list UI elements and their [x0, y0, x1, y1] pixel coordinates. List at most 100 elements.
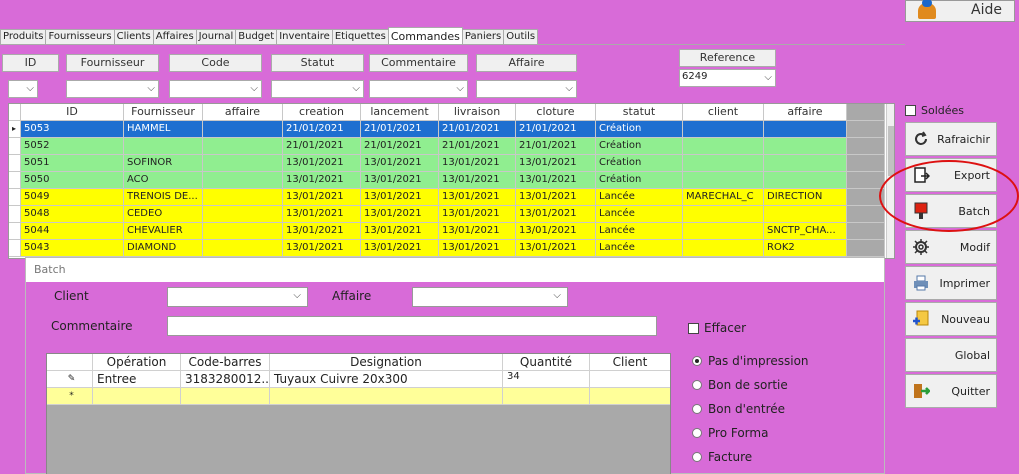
filter-fournisseur-select[interactable]: ⌵ [66, 80, 159, 98]
row-marker[interactable]: * [47, 388, 93, 405]
quitter-button[interactable]: Quitter [905, 374, 997, 408]
operations-column-header[interactable]: Code-barres [181, 354, 270, 371]
tab-paniers[interactable]: Paniers [461, 29, 505, 44]
row-selector[interactable] [9, 172, 21, 189]
tab-commandes[interactable]: Commandes [387, 27, 463, 44]
soldees-checkbox[interactable]: Soldées [905, 104, 964, 117]
grid-cell: 13/01/2021 [516, 240, 596, 257]
row-selector[interactable] [9, 206, 21, 223]
table-row[interactable]: 5043 DIAMOND 13/01/2021 13/01/2021 13/01/202… [9, 240, 885, 257]
global-button[interactable]: Global [905, 338, 997, 372]
table-row[interactable]: 5048 CEDEO 13/01/2021 13/01/2021 13/01/2021 1… [9, 206, 885, 223]
soldees-check-box[interactable] [905, 105, 916, 116]
tab-inventaire[interactable]: Inventaire [276, 29, 333, 44]
filter-statut-select[interactable]: ⌵ [271, 80, 364, 98]
imprimer-button[interactable]: Imprimer [905, 266, 997, 300]
operations-cell[interactable]: Tuyaux Cuivre 20x300 [270, 371, 503, 388]
row-selector[interactable] [9, 240, 21, 257]
radio-button[interactable] [692, 380, 702, 390]
filter-commentaire-select[interactable]: ⌵ [369, 80, 468, 98]
grid-cell: TRENOIS DE... [124, 189, 203, 206]
column-header[interactable]: cloture [516, 104, 596, 121]
operations-cell[interactable] [181, 388, 270, 405]
operations-cell[interactable]: 3183280012... [181, 371, 270, 388]
commentaire-input[interactable] [167, 316, 657, 336]
client-select[interactable]: ⌵ [167, 287, 308, 307]
radio-button[interactable] [692, 428, 702, 438]
nouveau-button[interactable]: Nouveau [905, 302, 997, 336]
scrollbar-thumb[interactable] [888, 126, 894, 176]
column-header[interactable]: livraison [439, 104, 516, 121]
tab-affaires[interactable]: Affaires [152, 29, 197, 44]
filter-reference-select[interactable]: 6249 ⌵ [679, 69, 776, 87]
operations-cell[interactable] [590, 371, 670, 388]
grid-cell [203, 172, 283, 189]
table-row[interactable]: 5051 SOFINOR 13/01/2021 13/01/2021 13/01/202… [9, 155, 885, 172]
row-selector[interactable] [9, 189, 21, 206]
radio-option[interactable]: Bon de sortie [692, 378, 788, 392]
effacer-checkbox[interactable]: Effacer [688, 321, 746, 335]
column-header[interactable]: affaire [764, 104, 847, 121]
aide-button[interactable]: Aide [905, 0, 1015, 22]
radio-label: Pas d'impression [708, 354, 809, 368]
column-header[interactable]: statut [596, 104, 683, 121]
table-row[interactable]: 5044 CHEVALIER 13/01/2021 13/01/2021 13/01/2… [9, 223, 885, 240]
operations-cell[interactable] [270, 388, 503, 405]
tab-produits[interactable]: Produits [0, 29, 47, 44]
radio-option[interactable]: Pro Forma [692, 426, 768, 440]
modif-button[interactable]: Modif [905, 230, 997, 264]
radio-button[interactable] [692, 404, 702, 414]
operations-cell[interactable]: 34 [503, 371, 590, 388]
column-header[interactable]: Fournisseur [124, 104, 203, 121]
radio-button[interactable] [692, 452, 702, 462]
operations-column-header[interactable]: Quantité [503, 354, 590, 371]
grid-empty-area [847, 172, 885, 189]
commandes-grid[interactable]: ID Fournisseur affaire creation lancement liv… [8, 103, 895, 259]
operations-column-header[interactable]: Designation [270, 354, 503, 371]
row-selector[interactable] [9, 155, 21, 172]
table-row[interactable]: 5052 21/01/2021 21/01/2021 21/01/2021 21/01/… [9, 138, 885, 155]
grid-cell [203, 206, 283, 223]
filter-affaire-select[interactable]: ⌵ [476, 80, 577, 98]
filter-commentaire-label: Commentaire [369, 54, 468, 72]
table-row[interactable]: ▸ 5053 HAMMEL 21/01/2021 21/01/2021 21/01/202… [9, 121, 885, 138]
tab-budget[interactable]: Budget [235, 29, 278, 44]
tab-etiquettes[interactable]: Etiquettes [331, 29, 389, 44]
radio-button[interactable] [692, 356, 702, 366]
operations-cell[interactable] [93, 388, 181, 405]
column-header[interactable]: ID [21, 104, 124, 121]
operations-column-header[interactable]: Client [590, 354, 670, 371]
filter-id-select[interactable]: ⌵ [8, 80, 38, 98]
operations-cell[interactable] [590, 388, 670, 405]
grid-cell: 21/01/2021 [361, 138, 439, 155]
column-header[interactable]: client [683, 104, 764, 121]
radio-option[interactable]: Facture [692, 450, 752, 464]
commentaire-label: Commentaire [51, 319, 133, 333]
column-header[interactable]: creation [283, 104, 361, 121]
tab-fournisseurs[interactable]: Fournisseurs [45, 29, 115, 44]
tab-outils[interactable]: Outils [503, 29, 539, 44]
tab-clients[interactable]: Clients [113, 29, 154, 44]
effacer-check-box[interactable] [688, 322, 699, 334]
filter-code-select[interactable]: ⌵ [169, 80, 262, 98]
column-header[interactable]: lancement [361, 104, 439, 121]
table-row[interactable]: 5050 ACO 13/01/2021 13/01/2021 13/01/2021 13/… [9, 172, 885, 189]
row-selector[interactable] [9, 104, 21, 121]
grid-cell [683, 206, 764, 223]
row-marker[interactable] [47, 354, 93, 371]
radio-option[interactable]: Bon d'entrée [692, 402, 785, 416]
row-selector[interactable] [9, 223, 21, 240]
rafraichir-button[interactable]: Rafraichir [905, 122, 997, 156]
row-selector[interactable]: ▸ [9, 121, 21, 138]
table-row[interactable]: 5049 TRENOIS DE... 13/01/2021 13/01/2021 13/… [9, 189, 885, 206]
operations-column-header[interactable]: Opération [93, 354, 181, 371]
operations-cell[interactable]: Entree [93, 371, 181, 388]
operations-grid[interactable]: Opération Code-barres Designation Quantité C… [46, 353, 671, 474]
row-marker[interactable]: ✎ [47, 371, 93, 388]
operations-cell[interactable] [503, 388, 590, 405]
radio-option[interactable]: Pas d'impression [692, 354, 809, 368]
affaire-select[interactable]: ⌵ [412, 287, 568, 307]
tab-journal[interactable]: Journal [195, 29, 237, 44]
row-selector[interactable] [9, 138, 21, 155]
column-header[interactable]: affaire [203, 104, 283, 121]
